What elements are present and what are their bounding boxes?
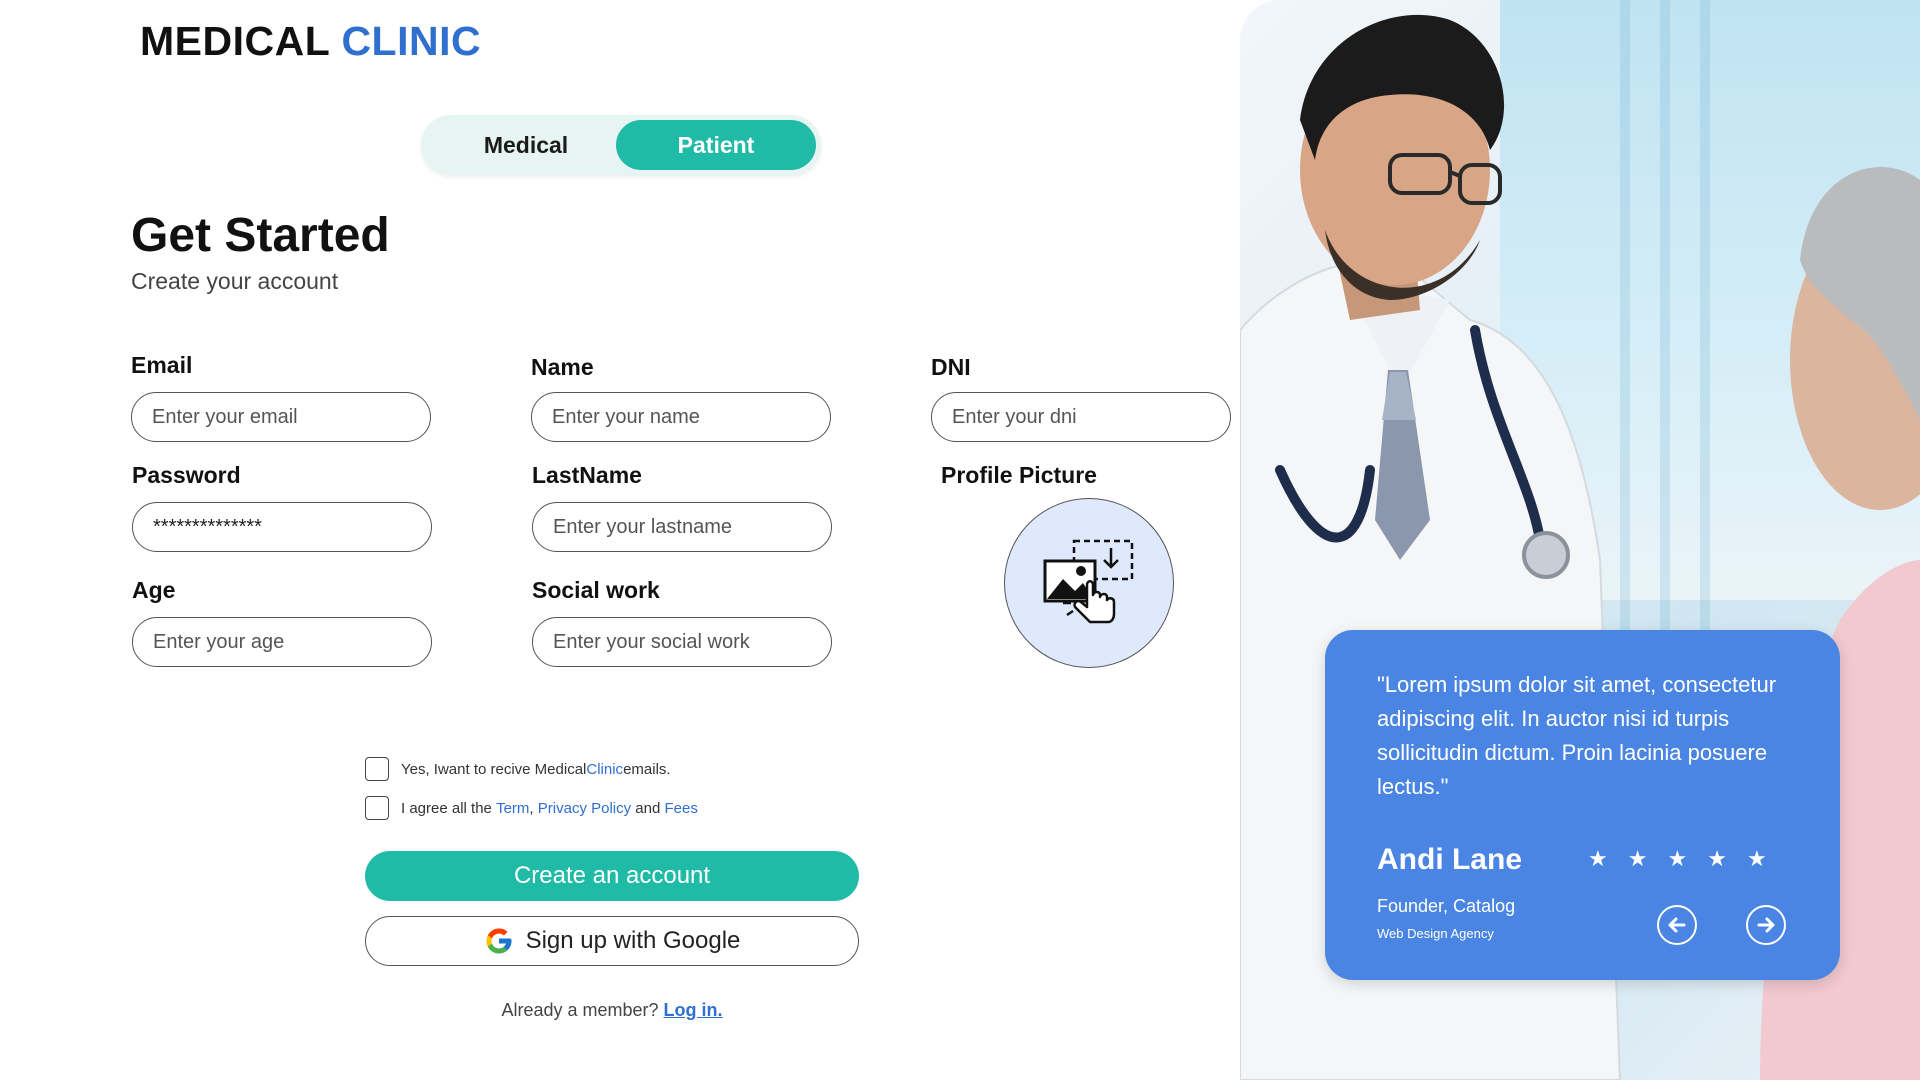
terms-consent-text: I agree all the [401,799,492,817]
privacy-policy-link[interactable]: Privacy Policy [538,800,631,817]
email-consent-row: Yes, Iwant to recive Medical Clinic email… [365,757,671,781]
star-icon: ★ [1746,846,1767,871]
brand-name-part1: MEDICAL [140,18,330,64]
lastname-field[interactable] [532,502,832,552]
password-field[interactable] [132,502,432,552]
age-label: Age [132,577,176,603]
email-consent-brand: Clinic [586,760,624,778]
testimonial-name: Andi Lane [1377,843,1523,876]
next-testimonial-button[interactable] [1746,905,1786,945]
brand-logo: MEDICAL CLINIC [140,18,481,65]
role-switch: Medical Patient [421,115,821,175]
profile-picture-label: Profile Picture [941,462,1097,488]
email-consent-suffix: emails. [623,760,671,778]
email-field[interactable] [131,392,431,442]
age-field[interactable] [132,617,432,667]
previous-testimonial-button[interactable] [1657,905,1697,945]
rating-stars: ★ ★ ★ ★ ★ [1588,848,1767,870]
role-option-patient[interactable]: Patient [616,120,816,170]
create-account-button[interactable]: Create an account [365,851,859,901]
page-subtitle: Create your account [131,268,339,294]
google-icon [486,928,512,954]
social-work-label: Social work [532,577,660,603]
terms-consent-checkbox[interactable] [365,796,389,820]
brand-name-part2: CLINIC [341,18,482,64]
google-signup-label: Sign up with Google [525,927,741,954]
arrow-right-icon [1757,917,1775,933]
testimonial-company: Web Design Agency [1377,926,1494,941]
dni-field[interactable] [931,392,1231,442]
google-signup-button[interactable]: Sign up with Google [365,916,859,966]
arrow-left-icon [1668,917,1686,933]
terms-separator: , [529,799,534,817]
email-label: Email [131,352,193,378]
terms-and: and [635,799,661,817]
role-option-medical[interactable]: Medical [431,120,621,170]
testimonial-role: Founder, Catalog [1377,896,1516,916]
fees-link[interactable]: Fees [665,800,698,817]
star-icon: ★ [1588,846,1608,871]
password-label: Password [132,462,241,488]
testimonial-quote: "Lorem ipsum dolor sit amet, consectetur… [1377,672,1777,799]
social-work-field[interactable] [532,617,832,667]
login-link[interactable]: Log in. [664,1000,723,1020]
star-icon: ★ [1627,846,1648,871]
member-text: Already a member? [501,1000,664,1020]
email-consent-text: Yes, Iwant to recive Medical [401,760,587,778]
page-title: Get Started [131,209,390,262]
dni-label: DNI [931,354,971,380]
star-icon: ★ [1667,846,1688,871]
email-consent-checkbox[interactable] [365,757,389,781]
star-icon: ★ [1707,846,1727,871]
lastname-label: LastName [532,462,642,488]
terms-consent-row: I agree all the Term, Privacy Policy and… [365,796,698,820]
image-upload-icon [1043,539,1134,624]
name-field[interactable] [531,392,831,442]
name-label: Name [531,354,594,380]
term-link[interactable]: Term [496,800,529,817]
member-prompt: Already a member? Log in. [0,1000,1224,1021]
